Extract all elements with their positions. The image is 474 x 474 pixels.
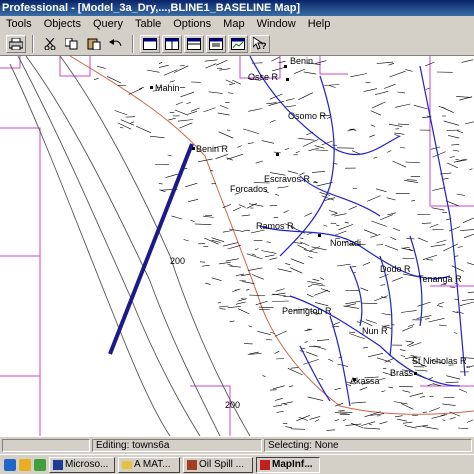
window-5-icon: [231, 37, 245, 50]
paste-button[interactable]: [84, 34, 104, 53]
map-canvas[interactable]: 200 200: [0, 56, 474, 436]
block-boundaries: [0, 56, 474, 436]
quick-launch: [0, 458, 49, 471]
help-pointer-icon: ?: [253, 36, 267, 51]
menu-help[interactable]: Help: [302, 16, 337, 32]
task-button-folder[interactable]: A MAT...: [118, 456, 180, 473]
svg-text:?: ?: [261, 41, 267, 51]
toolbar: ?: [0, 32, 474, 56]
toolbar-separator: [32, 34, 34, 53]
menu-objects[interactable]: Objects: [38, 16, 87, 32]
place-label-tenanga-r: Tenanga R: [418, 274, 462, 284]
place-label-osse-r: Osse R: [248, 72, 279, 82]
menu-bar: Tools Objects Query Table Options Map Wi…: [0, 16, 474, 32]
outlook-icon[interactable]: [19, 458, 31, 471]
taskbar: Microso... A MAT... Oil Spill ... MapInf…: [0, 454, 474, 474]
desktop-icon[interactable]: [34, 458, 46, 471]
task-label: MapInf...: [272, 458, 313, 470]
place-label-brass: Brass: [390, 368, 414, 378]
window-5-button[interactable]: [228, 34, 248, 53]
window-title: Professional - [Model_3a_Dry,...,BLINE1_…: [2, 2, 301, 14]
undo-button[interactable]: [106, 34, 126, 53]
mapinfo-icon: [260, 459, 270, 470]
window-2-icon: [165, 37, 179, 50]
place-label-escravos-r: Escravos R: [264, 174, 311, 184]
task-button-word[interactable]: Microso...: [49, 456, 115, 473]
bathymetry-contours: [9, 56, 251, 436]
place-label-osomo-r: Osomo R: [288, 111, 327, 121]
place-label-forcados: Forcados: [230, 184, 268, 194]
print-icon: [9, 37, 23, 50]
cut-button[interactable]: [40, 34, 60, 53]
task-button-oil-spill[interactable]: Oil Spill ...: [183, 456, 253, 473]
app-icon: [187, 459, 197, 470]
place-label-mahin: Mahin: [155, 83, 180, 93]
toolbar-separator: [132, 34, 134, 53]
print-button[interactable]: [6, 34, 26, 53]
place-label-dodo-r: Dodo R: [380, 264, 411, 274]
paste-icon: [87, 38, 101, 50]
ie-icon[interactable]: [4, 458, 16, 471]
menu-table[interactable]: Table: [129, 16, 167, 32]
menu-map[interactable]: Map: [217, 16, 250, 32]
undo-icon: [109, 38, 122, 46]
menu-query[interactable]: Query: [87, 16, 129, 32]
place-label-akassa: Akassa: [350, 376, 380, 386]
map-window[interactable]: 200 200 Benin Osse R Mahin Osomo R Benin…: [0, 56, 474, 436]
copy-button[interactable]: [62, 34, 82, 53]
window-2-button[interactable]: [162, 34, 182, 53]
window-3-icon: [187, 37, 201, 50]
task-label: Microso...: [65, 458, 109, 470]
place-label-benin: Benin: [290, 56, 314, 66]
contour-label: 200: [170, 256, 185, 266]
place-label-penington-r: Penington R: [282, 306, 332, 316]
title-bar: Professional - [Model_3a_Dry,...,BLINE1_…: [0, 0, 474, 16]
window-4-icon: [209, 37, 223, 50]
menu-options[interactable]: Options: [167, 16, 217, 32]
help-pointer-button[interactable]: ?: [250, 34, 270, 53]
place-label-ramos-r: Ramos R: [256, 221, 294, 231]
task-label: Oil Spill ...: [199, 458, 245, 470]
river-network: [249, 56, 466, 407]
cut-icon: [44, 37, 56, 50]
baseline-transect[interactable]: [108, 143, 194, 355]
menu-window[interactable]: Window: [251, 16, 302, 32]
folder-icon: [122, 460, 132, 469]
place-label-st-nicholas-r: St Nicholas R: [412, 356, 467, 366]
menu-tools[interactable]: Tools: [0, 16, 38, 32]
status-editing: Editing: towns6a: [92, 439, 262, 452]
window-1-button[interactable]: [140, 34, 160, 53]
window-1-icon: [143, 37, 157, 50]
window-3-button[interactable]: [184, 34, 204, 53]
word-icon: [53, 459, 63, 470]
place-label-benin-r: Benin R: [196, 144, 229, 154]
place-label-nomadi: Nomadi: [330, 238, 362, 248]
copy-icon: [65, 37, 78, 49]
contour-label: 200: [225, 400, 240, 410]
place-label-nun-r: Nun R: [362, 326, 388, 336]
task-label: A MAT...: [134, 458, 171, 470]
status-selecting: Selecting: None: [264, 439, 472, 452]
window-4-button[interactable]: [206, 34, 226, 53]
status-panel-left: [2, 439, 90, 452]
status-bar: Editing: towns6a Selecting: None: [0, 436, 474, 454]
task-button-mapinfo[interactable]: MapInf...: [256, 456, 320, 473]
